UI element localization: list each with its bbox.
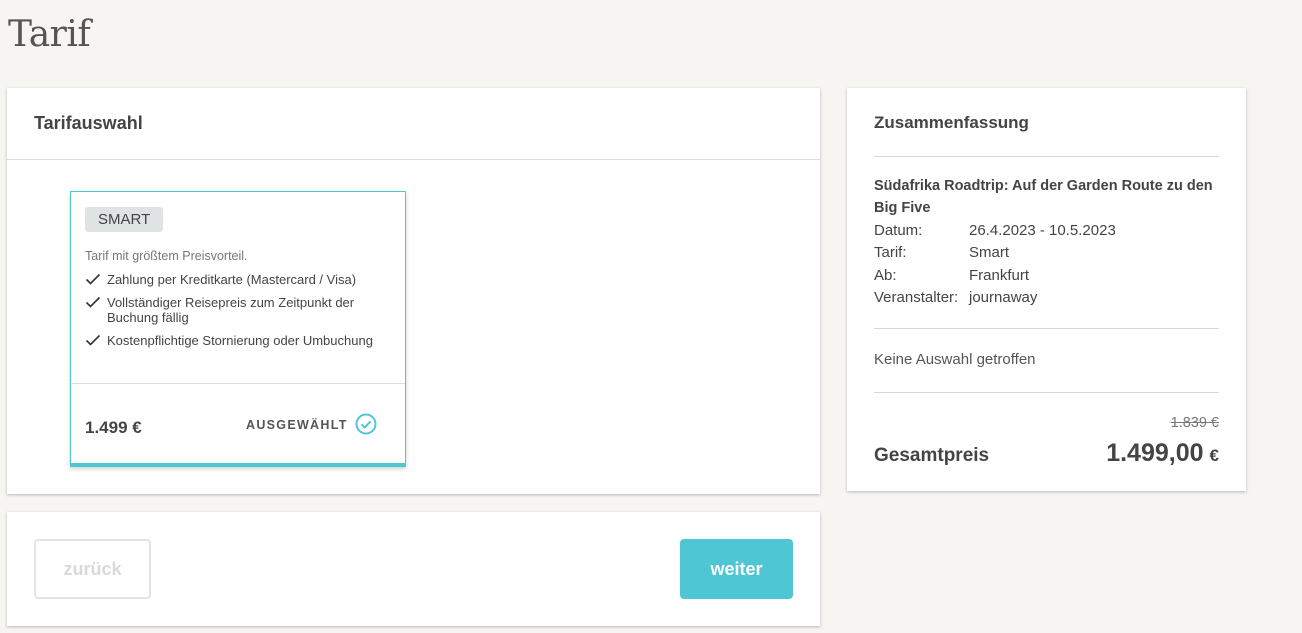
check-icon bbox=[85, 296, 101, 308]
check-circle-icon bbox=[355, 413, 377, 435]
panel-heading: Tarifauswahl bbox=[34, 113, 143, 133]
feature-text: Zahlung per Kreditkarte (Mastercard / Vi… bbox=[107, 272, 357, 287]
navigation-panel: zurück weiter bbox=[7, 512, 820, 626]
total-amount: 1.499,00 bbox=[1106, 439, 1204, 467]
divider bbox=[874, 392, 1219, 393]
check-icon bbox=[85, 334, 101, 346]
total-currency: € bbox=[1209, 446, 1219, 465]
back-button[interactable]: zurück bbox=[34, 539, 151, 599]
divider bbox=[71, 383, 405, 384]
tariff-description: Tarif mit größtem Preisvorteil. bbox=[85, 249, 248, 263]
feature-item: Vollständiger Reisepreis zum Zeitpunkt d… bbox=[85, 295, 395, 325]
detail-key: Tarif: bbox=[874, 244, 907, 261]
feature-text: Vollständiger Reisepreis zum Zeitpunkt d… bbox=[107, 295, 355, 325]
page-title: Tarif bbox=[8, 14, 91, 55]
feature-list: Zahlung per Kreditkarte (Mastercard / Vi… bbox=[85, 272, 395, 356]
feature-item: Zahlung per Kreditkarte (Mastercard / Vi… bbox=[85, 272, 395, 287]
feature-item: Kostenpflichtige Stornierung oder Umbuch… bbox=[85, 333, 395, 348]
selected-indicator-bar bbox=[70, 463, 406, 467]
divider bbox=[7, 159, 820, 160]
tariff-price: 1.499 € bbox=[85, 418, 142, 437]
no-selection-text: Keine Auswahl getroffen bbox=[874, 351, 1036, 368]
total-price: 1.499,00 € bbox=[1106, 439, 1219, 468]
detail-value: 26.4.2023 - 10.5.2023 bbox=[969, 222, 1116, 239]
total-label: Gesamtpreis bbox=[874, 445, 990, 466]
selected-status-label: AUSGEWÄHLT bbox=[246, 418, 348, 432]
trip-title: Südafrika Roadtrip: Auf der Garden Route… bbox=[874, 178, 1213, 216]
detail-value: Frankfurt bbox=[969, 267, 1030, 284]
next-button[interactable]: weiter bbox=[680, 539, 793, 599]
tariff-selection-panel: Tarifauswahl SMART Tarif mit größtem Pre… bbox=[7, 88, 820, 494]
old-price: 1.839 € bbox=[1170, 415, 1219, 431]
detail-key: Veranstalter: bbox=[874, 289, 959, 306]
detail-value: Smart bbox=[969, 244, 1010, 261]
divider bbox=[874, 156, 1219, 157]
summary-panel: Zusammenfassung Südafrika Roadtrip: Auf … bbox=[847, 88, 1246, 491]
detail-key: Ab: bbox=[874, 267, 897, 284]
detail-value: journaway bbox=[969, 289, 1038, 306]
summary-heading: Zusammenfassung bbox=[874, 113, 1029, 132]
tariff-badge: SMART bbox=[85, 207, 164, 232]
divider bbox=[874, 328, 1219, 329]
feature-text: Kostenpflichtige Stornierung oder Umbuch… bbox=[107, 333, 373, 348]
check-icon bbox=[85, 273, 101, 285]
tariff-card-smart[interactable]: SMART Tarif mit größtem Preisvorteil. Za… bbox=[70, 191, 406, 467]
detail-key: Datum: bbox=[874, 222, 923, 239]
